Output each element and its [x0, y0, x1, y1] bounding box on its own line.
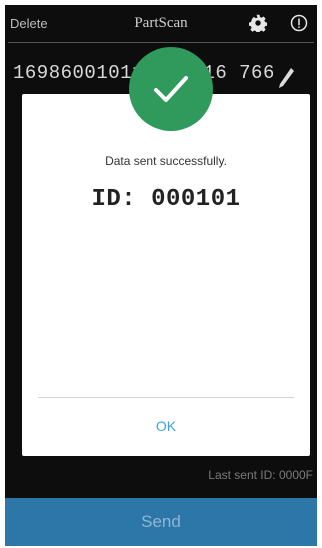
info-icon[interactable] — [290, 14, 308, 32]
top-bar: Delete PartScan — [5, 5, 317, 43]
app-screen: Delete PartScan 169860010112967016 76600… — [5, 5, 317, 546]
header-divider — [8, 42, 314, 43]
success-badge — [129, 47, 213, 131]
ok-button[interactable]: OK — [22, 406, 310, 446]
success-dialog: Data sent successfully. ID: 000101 OK — [22, 94, 310, 456]
last-sent-id: Last sent ID: 0000F — [208, 468, 313, 482]
dialog-divider — [38, 397, 294, 398]
sent-id: ID: 000101 — [91, 186, 241, 213]
pencil-icon[interactable] — [277, 67, 295, 89]
gear-icon[interactable] — [249, 14, 267, 32]
checkmark-icon — [154, 76, 188, 102]
app-title: PartScan — [134, 15, 188, 31]
send-button[interactable]: Send — [5, 498, 317, 546]
success-message: Data sent successfully. — [105, 154, 227, 168]
